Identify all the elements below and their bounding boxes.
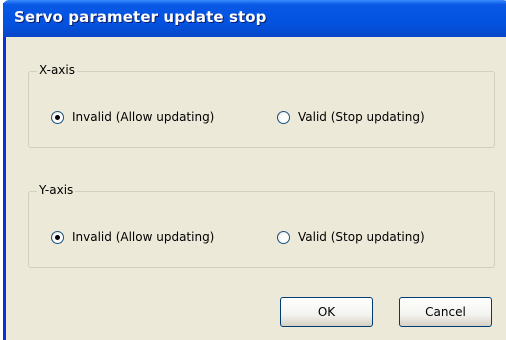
y-axis-invalid-label: Invalid (Allow updating) (72, 230, 215, 244)
x-axis-groupbox: X-axis Invalid (Allow updating) Valid (S… (28, 63, 495, 148)
title-bar[interactable]: Servo parameter update stop (3, 0, 506, 37)
y-axis-legend: Y-axis (37, 183, 76, 197)
radio-unchecked-icon[interactable] (277, 110, 290, 124)
x-axis-invalid-radio[interactable]: Invalid (Allow updating) (51, 110, 214, 124)
x-axis-legend: X-axis (37, 63, 77, 77)
y-axis-valid-radio[interactable]: Valid (Stop updating) (277, 230, 425, 244)
x-axis-valid-label: Valid (Stop updating) (298, 110, 425, 124)
dialog-window: Servo parameter update stop X-axis Inval… (3, 0, 506, 340)
radio-unchecked-icon[interactable] (277, 230, 290, 244)
y-axis-invalid-radio[interactable]: Invalid (Allow updating) (51, 230, 214, 244)
radio-checked-icon[interactable] (51, 230, 64, 244)
x-axis-invalid-label: Invalid (Allow updating) (72, 110, 215, 124)
y-axis-groupbox: Y-axis Invalid (Allow updating) Valid (S… (28, 183, 495, 268)
ok-button[interactable]: OK (280, 297, 373, 327)
window-title: Servo parameter update stop (14, 8, 267, 26)
radio-checked-icon[interactable] (51, 110, 64, 124)
y-axis-valid-label: Valid (Stop updating) (298, 230, 425, 244)
x-axis-valid-radio[interactable]: Valid (Stop updating) (277, 110, 425, 124)
cancel-button[interactable]: Cancel (399, 297, 492, 327)
